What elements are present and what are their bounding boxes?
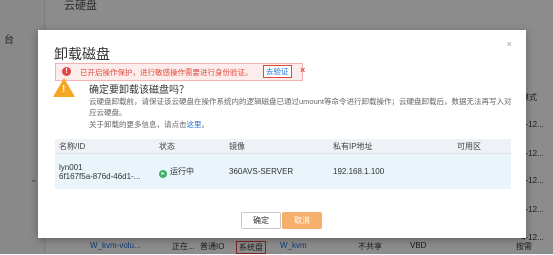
unmount-disk-dialog: 卸载磁盘 × ! 已开启操作保护，进行敏感操作需要进行身份验证。 去验证 × !…: [38, 30, 526, 238]
col-status: 状态: [155, 139, 225, 154]
more-info-text: 关于卸载的更多信息，请点击这里。: [89, 119, 209, 130]
instance-name: lyn001: [59, 162, 83, 172]
col-name-id: 名称/ID: [55, 139, 155, 154]
error-icon: !: [62, 67, 71, 76]
col-zone: 可用区: [453, 139, 511, 154]
warning-icon: !: [53, 78, 75, 97]
col-image: 镜像: [225, 139, 329, 154]
table-header-row: 名称/ID 状态 镜像 私有IP地址 可用区: [55, 139, 511, 154]
more-info-prefix: 关于卸载的更多信息，请点击: [89, 120, 187, 129]
status-text: 运行中: [170, 166, 194, 176]
protection-alert: ! 已开启操作保护，进行敏感操作需要进行身份验证。 去验证 ×: [55, 63, 305, 81]
instance-id: 6f167f5a-876d-46d1-...: [59, 171, 141, 181]
running-status-icon: ▸: [159, 169, 167, 178]
dialog-title: 卸载磁盘: [54, 46, 110, 62]
volume-table: 名称/ID 状态 镜像 私有IP地址 可用区 lyn001 6f167f5a-8…: [55, 139, 511, 189]
cancel-button[interactable]: 取消: [282, 212, 322, 229]
description-text: 云硬盘卸载前，请保证该云硬盘在操作系统内的逻辑磁盘已通过umount等命令进行卸…: [89, 97, 512, 117]
dismiss-alert-icon[interactable]: ×: [300, 65, 305, 75]
cell-name-id: lyn001 6f167f5a-876d-46d1-...: [55, 153, 155, 189]
confirm-button[interactable]: 确定: [241, 212, 281, 229]
more-info-suffix: 。: [201, 120, 210, 129]
more-info-link[interactable]: 这里: [187, 120, 202, 129]
close-icon[interactable]: ×: [507, 39, 512, 49]
cell-status: ▸ 运行中: [155, 153, 225, 189]
confirm-question: 确定要卸载该磁盘吗？: [89, 85, 189, 96]
table-row: lyn001 6f167f5a-876d-46d1-... ▸ 运行中 360AV…: [55, 153, 511, 189]
cell-private-ip: 192.168.1.100: [329, 153, 453, 189]
alert-message: 已开启操作保护，进行敏感操作需要进行身份验证。: [80, 68, 253, 77]
col-private-ip: 私有IP地址: [329, 139, 453, 154]
verify-link[interactable]: 去验证: [263, 65, 292, 78]
cell-image: 360AVS-SERVER: [225, 153, 329, 189]
cell-zone: [453, 153, 511, 189]
